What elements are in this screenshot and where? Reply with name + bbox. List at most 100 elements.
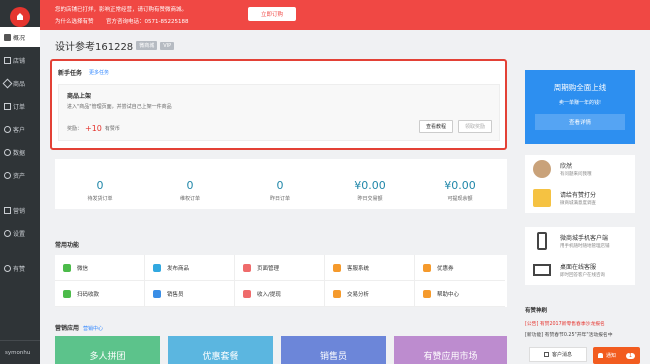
salesperson-icon	[153, 289, 161, 298]
notice-button[interactable]: 通知 1	[593, 347, 640, 364]
stat-yesterday-orders[interactable]: 0 昨日订单	[235, 159, 325, 202]
support-sub: 有问题来问我哦	[560, 172, 592, 177]
tools-header: 常用功能	[55, 242, 80, 249]
stat-label: 维权订单	[179, 196, 200, 202]
desktop-service[interactable]: 桌面在线客服 即时回答客户在线咨询	[525, 256, 635, 284]
customer-message-button[interactable]: 客户消息	[529, 347, 587, 362]
income-icon	[243, 289, 251, 298]
sidebar-item-label: 营销	[13, 207, 26, 215]
stat-label: 昨日订单	[269, 196, 290, 202]
marketing-card-app-market[interactable]: 有赞应用市场	[394, 336, 507, 364]
tools-panel: 微信 发布商品 页面管理 客服系统 优惠券 扫码收款 销售员 收入/提现 交易分…	[55, 255, 507, 307]
tool-label: 页面管理	[257, 265, 280, 272]
sidebar-item-orders[interactable]: 订单	[0, 96, 40, 116]
sidebar-item-settings[interactable]: 设置	[0, 223, 40, 243]
sidebar-item-customers[interactable]: 客户	[0, 119, 40, 139]
sidebar-item-label: 有赞	[13, 265, 26, 273]
support-name: 欣然	[560, 163, 573, 170]
view-tutorial-button[interactable]: 查看教程	[419, 120, 453, 133]
stat-pending-shipment[interactable]: 0 待发货订单	[55, 159, 145, 202]
sidebar-item-goods[interactable]: 商品	[0, 73, 40, 93]
shop-icon	[4, 56, 11, 64]
sidebar-item-label: 订单	[13, 103, 26, 111]
marketing-card-package[interactable]: 优惠套餐	[168, 336, 273, 364]
tool-service-system[interactable]: 客服系统	[325, 255, 415, 281]
claim-reward-button[interactable]: 领取奖励	[458, 120, 492, 133]
customers-icon	[4, 125, 11, 133]
news-item[interactable]: [公告] 有赞2017新零售春季沙龙报名	[525, 320, 605, 327]
assets-icon	[4, 171, 11, 179]
tool-trade-analysis[interactable]: 交易分析	[325, 281, 415, 307]
task-description: 进入"商品"管理页面，并尝试自己上架一件商品	[67, 104, 172, 110]
stat-value: ¥0.00	[444, 179, 476, 192]
rate-youzan[interactable]: 请给有赞打分 微商城满意度调查	[525, 184, 635, 212]
sidebar-item-label: 资产	[13, 172, 26, 180]
sidebar-item-data[interactable]: 数据	[0, 142, 40, 162]
notice-count-badge: 1	[625, 352, 635, 359]
tool-wechat[interactable]: 微信	[55, 255, 145, 281]
stat-value: 0	[186, 179, 194, 192]
tool-publish-goods[interactable]: 发布商品	[145, 255, 235, 281]
marketing-center-link[interactable]: 营销中心	[83, 326, 103, 332]
tool-coupon[interactable]: 优惠券	[415, 255, 505, 281]
order-now-button[interactable]: 立即订购	[248, 7, 296, 21]
news-header: 有赞神刷	[525, 308, 548, 314]
hotline-text: 官方咨询电话：0571-85225188	[106, 19, 189, 25]
mobile-sub: 用手机随时随地管理店铺	[560, 244, 610, 249]
rate-sub: 微商城满意度调查	[560, 201, 596, 206]
mobile-title: 微商城手机客户端	[560, 235, 609, 242]
stat-yesterday-revenue[interactable]: ¥0.00 昨日交易额	[325, 159, 415, 202]
tool-salesperson[interactable]: 销售员	[145, 281, 235, 307]
tool-label: 收入/提现	[257, 291, 281, 298]
marketing-card-group-buy[interactable]: 多人拼团	[55, 336, 160, 364]
marketing-card-salesperson[interactable]: 销售员	[281, 336, 386, 364]
tool-label: 优惠券	[437, 265, 454, 272]
user-name[interactable]: symonhu	[0, 340, 40, 364]
promo-details-button[interactable]: 查看详情	[535, 114, 625, 130]
sidebar-item-youzan[interactable]: 有赞	[0, 258, 40, 278]
rate-title: 请给有赞打分	[560, 192, 597, 199]
sidebar-item-overview[interactable]: 概况	[0, 27, 40, 47]
mobile-client[interactable]: 微商城手机客户端 用手机随时随地管理店铺	[525, 227, 635, 255]
support-profile[interactable]: 欣然 有问题来问我哦	[525, 155, 635, 183]
tool-page-management[interactable]: 页面管理	[235, 255, 325, 281]
bell-icon	[598, 353, 603, 358]
youzan-logo[interactable]	[10, 7, 30, 27]
service-icon	[333, 263, 341, 272]
sidebar: 概况 店铺 商品 订单 客户 数据 资产 营销 设置 有赞 symonhu	[0, 0, 40, 364]
tool-label: 交易分析	[347, 291, 370, 298]
more-tasks-link[interactable]: 更多任务	[89, 69, 109, 76]
marketing-header: 营销应用 营销中心	[55, 323, 103, 332]
sidebar-item-label: 商品	[13, 80, 26, 88]
notice-label: 通知	[606, 353, 617, 359]
task-card: 商品上架 进入"商品"管理页面，并尝试自己上架一件商品 奖励： +10 有赞币 …	[58, 84, 500, 141]
newbie-task-panel: 新手任务 更多任务 商品上架 进入"商品"管理页面，并尝试自己上架一件商品 奖励…	[50, 59, 507, 150]
stat-refund-orders[interactable]: 0 维权订单	[145, 159, 235, 202]
shop-type-badge: 微商城	[136, 41, 158, 50]
stat-value: 0	[276, 179, 284, 192]
sidebar-item-label: 设置	[13, 230, 26, 238]
news-item[interactable]: [新功能] 有赞春节0.25"开年"活动报名中	[525, 331, 613, 338]
sidebar-item-assets[interactable]: 资产	[0, 165, 40, 185]
stat-withdrawable-balance[interactable]: ¥0.00 可提现余额	[415, 159, 505, 202]
sidebar-item-label: 客户	[13, 126, 26, 134]
coupon-icon	[423, 263, 431, 272]
why-youzan-link[interactable]: 为什么选择有赞	[55, 17, 94, 25]
overview-icon	[4, 33, 11, 41]
reward-unit: 有赞币	[104, 126, 120, 132]
vip-badge: VIP	[160, 41, 175, 50]
task-title: 商品上架	[67, 93, 92, 100]
stat-label: 昨日交易额	[357, 196, 383, 202]
tool-income-withdraw[interactable]: 收入/提现	[235, 281, 325, 307]
tool-help-center[interactable]: 帮助中心	[415, 281, 505, 307]
sidebar-item-shop[interactable]: 店铺	[0, 50, 40, 70]
stats-panel: 0 待发货订单 0 维权订单 0 昨日订单 ¥0.00 昨日交易额 ¥0.00 可提现余额	[55, 159, 507, 209]
banner-message: 您的店铺已打烊，影响正常经营，请订购有赞微商城。	[55, 7, 188, 13]
scan-icon	[63, 289, 71, 298]
page-icon	[243, 263, 251, 272]
sidebar-item-marketing[interactable]: 营销	[0, 200, 40, 220]
tool-scan-pay[interactable]: 扫码收款	[55, 281, 145, 307]
tool-label: 帮助中心	[437, 291, 460, 298]
marketing-title: 营销应用	[55, 325, 80, 332]
orders-icon	[4, 102, 11, 110]
